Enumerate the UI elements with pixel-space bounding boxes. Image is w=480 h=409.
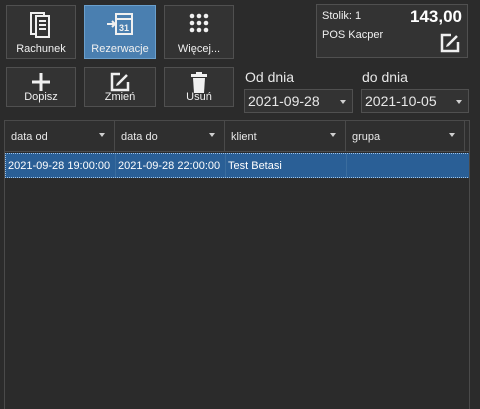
cell-data-do: 2021-09-28 22:00:00 (116, 154, 226, 177)
rachunek-button[interactable]: Rachunek (6, 5, 76, 59)
receipt-icon (7, 12, 75, 38)
table-info-panel: Stolik: 1 POS Kacper 143,00 (316, 4, 468, 58)
dopisz-button[interactable]: Dopisz (6, 67, 76, 107)
from-date-select[interactable]: 2021-09-28 (244, 89, 353, 113)
wiecej-label: Więcej... (177, 43, 221, 55)
pos-label: POS Kacper (322, 29, 384, 41)
edit-icon[interactable] (439, 32, 461, 57)
rezerwacje-label: Rezerwacje (91, 43, 149, 55)
edit-icon (85, 72, 155, 92)
cell-grupa (347, 154, 465, 177)
zmien-button[interactable]: Zmień (84, 67, 156, 107)
chevron-down-icon (340, 100, 346, 104)
to-date-label: do dnia (362, 69, 408, 85)
column-header-label: klient (231, 131, 257, 143)
chevron-down-icon (456, 100, 462, 104)
table-row[interactable]: 2021-09-28 19:00:00 2021-09-28 22:00:00 … (5, 153, 469, 178)
calendar-icon: 31 (85, 12, 155, 36)
column-header-data-do[interactable]: data do (115, 121, 225, 151)
column-header-klient[interactable]: klient (225, 121, 346, 151)
rachunek-label: Rachunek (16, 43, 66, 55)
wiecej-button[interactable]: Więcej... (164, 5, 234, 59)
usun-button[interactable]: Usuń (164, 67, 234, 107)
grid-dots-icon (165, 12, 233, 34)
grid-right-gutter (470, 120, 480, 409)
dopisz-label: Dopisz (24, 91, 58, 103)
table-label: Stolik: 1 (322, 10, 362, 22)
column-header-label: data od (11, 131, 48, 143)
cell-klient: Test Betasi (226, 154, 347, 177)
to-date-select[interactable]: 2021-10-05 (361, 89, 469, 113)
filter-icon[interactable] (449, 133, 455, 137)
filter-icon[interactable] (99, 133, 105, 137)
column-header-data-od[interactable]: data od (5, 121, 115, 151)
plus-icon (7, 72, 75, 92)
amount-total: 143,00 (410, 7, 462, 26)
trash-icon (165, 72, 233, 94)
filter-icon[interactable] (209, 133, 215, 137)
filter-icon[interactable] (330, 133, 336, 137)
column-header-label: grupa (352, 131, 381, 143)
from-date-label: Od dnia (245, 69, 295, 85)
zmien-label: Zmień (104, 91, 136, 103)
from-date-value: 2021-09-28 (248, 93, 320, 109)
to-date-value: 2021-10-05 (365, 93, 437, 109)
calendar-day-text: 31 (119, 23, 129, 33)
reservations-table[interactable]: data od data do klient grupa 2021-09-28 … (4, 120, 470, 409)
cell-data-od: 2021-09-28 19:00:00 (6, 154, 116, 177)
column-header-label: data do (121, 131, 158, 143)
rezerwacje-button[interactable]: 31 Rezerwacje (84, 5, 156, 59)
column-header-grupa[interactable]: grupa (346, 121, 465, 151)
table-header: data od data do klient grupa (5, 121, 469, 152)
